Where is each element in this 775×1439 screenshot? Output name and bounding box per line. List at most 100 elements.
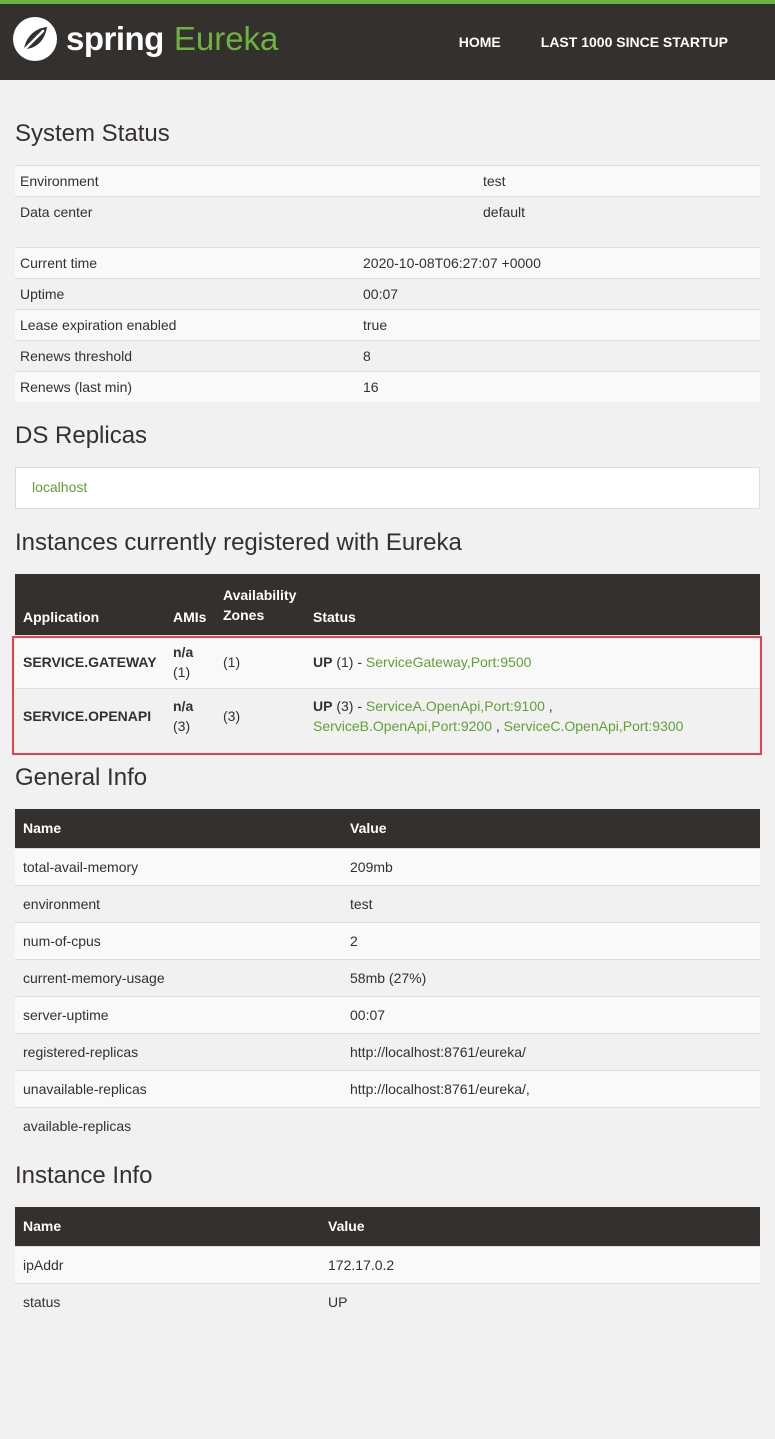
col-application: Application	[15, 574, 165, 635]
status-count: (1) -	[332, 653, 366, 670]
col-value: Value	[342, 809, 760, 848]
instance-link[interactable]: ServiceC.OpenApi,Port:9300	[504, 718, 684, 734]
table-row: environment test	[15, 884, 760, 922]
row-value: 16	[358, 371, 760, 402]
table-header-row: Name Value	[15, 1207, 760, 1246]
table-row: Renews (last min) 16	[15, 371, 760, 402]
info-value: http://localhost:8761/eureka/,	[342, 1069, 760, 1107]
app-status: UP (3) - ServiceA.OpenApi,Port:9100 , Ser…	[305, 687, 760, 744]
info-value: 209mb	[342, 847, 760, 885]
general-info-table: Name Value total-avail-memory 209mb envir…	[15, 809, 760, 1144]
amis-count: (1)	[173, 663, 191, 680]
info-value: 58mb (27%)	[342, 958, 760, 996]
row-label: Lease expiration enabled	[15, 309, 358, 341]
table-row: available-replicas	[15, 1106, 760, 1144]
table-row: server-uptime 00:07	[15, 995, 760, 1033]
info-value: test	[342, 884, 760, 922]
system-time-table: Current time 2020-10-08T06:27:07 +0000 U…	[15, 247, 760, 402]
nav-home-link[interactable]: HOME	[459, 34, 501, 50]
instance-info-title: Instance Info	[15, 1162, 153, 1189]
instances-table: Application AMIs Availability Zones Statu…	[15, 574, 760, 744]
status-count: (3) -	[332, 698, 366, 715]
navbar: spring Eureka HOME LAST 1000 SINCE START…	[0, 4, 775, 80]
table-row: Lease expiration enabled true	[15, 309, 760, 341]
info-name: environment	[15, 884, 342, 922]
nav-last1000-link[interactable]: LAST 1000 SINCE STARTUP	[541, 34, 728, 50]
row-value: test	[478, 165, 760, 197]
nav-links: HOME LAST 1000 SINCE STARTUP	[459, 34, 728, 50]
table-row: SERVICE.OPENAPI n/a (3) (3) UP (3) - Serv…	[15, 687, 760, 744]
info-value: 172.17.0.2	[320, 1245, 760, 1283]
info-name: registered-replicas	[15, 1032, 342, 1070]
info-name: available-replicas	[15, 1106, 342, 1144]
info-name: current-memory-usage	[15, 958, 342, 996]
row-label: Renews threshold	[15, 340, 358, 372]
status-up: UP	[313, 653, 333, 670]
table-row: unavailable-replicas http://localhost:876…	[15, 1069, 760, 1107]
row-label: Data center	[15, 196, 478, 227]
ds-replicas-title: DS Replicas	[15, 422, 148, 449]
info-value	[342, 1106, 760, 1144]
info-value: 2	[342, 921, 760, 959]
table-row: SERVICE.GATEWAY n/a (1) (1) UP (1) - Serv…	[15, 634, 760, 688]
general-info-title: General Info	[15, 764, 148, 791]
app-status: UP (1) - ServiceGateway,Port:9500	[305, 634, 760, 688]
row-value: 2020-10-08T06:27:07 +0000	[358, 247, 760, 279]
replica-link[interactable]: localhost	[32, 479, 87, 495]
instances-title: Instances currently registered with Eure…	[15, 529, 462, 556]
table-row: Data center default	[15, 196, 760, 227]
instance-link[interactable]: ServiceB.OpenApi,Port:9200	[313, 718, 492, 734]
amis-count: (3)	[173, 718, 191, 735]
app-name: SERVICE.GATEWAY	[15, 634, 165, 688]
system-status-title: System Status	[15, 120, 170, 147]
row-value: 8	[358, 340, 760, 372]
row-label: Environment	[15, 165, 478, 197]
spring-leaf-icon	[13, 17, 57, 61]
info-name: ipAddr	[15, 1245, 320, 1283]
table-row: Environment test	[15, 165, 760, 197]
table-row: total-avail-memory 209mb	[15, 847, 760, 885]
table-row: Uptime 00:07	[15, 278, 760, 310]
row-label: Current time	[15, 247, 358, 279]
brand-spring: spring	[66, 20, 164, 57]
row-label: Renews (last min)	[15, 371, 358, 402]
row-value: 00:07	[358, 278, 760, 310]
col-value: Value	[320, 1207, 760, 1246]
table-row: Renews threshold 8	[15, 340, 760, 372]
info-value: http://localhost:8761/eureka/	[342, 1032, 760, 1070]
separator: ,	[544, 698, 553, 715]
table-row: Current time 2020-10-08T06:27:07 +0000	[15, 247, 760, 279]
amis-value: n/a	[173, 698, 194, 715]
row-value: true	[358, 309, 760, 341]
table-row: current-memory-usage 58mb (27%)	[15, 958, 760, 996]
table-row: num-of-cpus 2	[15, 921, 760, 959]
col-amis: AMIs	[165, 574, 215, 635]
instance-link[interactable]: ServiceA.OpenApi,Port:9100	[366, 698, 545, 714]
app-zones: (3)	[215, 687, 305, 744]
col-zones: Availability Zones	[215, 574, 305, 635]
table-row: status UP	[15, 1282, 760, 1320]
app-name: SERVICE.OPENAPI	[15, 687, 165, 744]
info-name: status	[15, 1282, 320, 1320]
separator: ,	[492, 718, 504, 735]
app-zones: (1)	[215, 634, 305, 688]
table-header-row: Application AMIs Availability Zones Statu…	[15, 574, 760, 635]
instance-link[interactable]: ServiceGateway,Port:9500	[366, 654, 532, 670]
spring-eureka-logo[interactable]: spring Eureka	[12, 16, 278, 62]
col-name: Name	[15, 809, 342, 848]
info-value: UP	[320, 1282, 760, 1320]
table-row: registered-replicas http://localhost:8761…	[15, 1032, 760, 1070]
info-name: num-of-cpus	[15, 921, 342, 959]
col-zones-line2: Zones	[223, 606, 265, 623]
table-row: ipAddr 172.17.0.2	[15, 1245, 760, 1283]
info-name: unavailable-replicas	[15, 1069, 342, 1107]
app-amis: n/a (1)	[165, 634, 215, 688]
info-name: server-uptime	[15, 995, 342, 1033]
instance-info-table: Name Value ipAddr 172.17.0.2 status UP	[15, 1207, 760, 1320]
table-header-row: Name Value	[15, 809, 760, 848]
row-label: Uptime	[15, 278, 358, 310]
col-zones-line1: Availability	[223, 586, 297, 603]
brand-eureka: Eureka	[173, 20, 279, 57]
info-value: 00:07	[342, 995, 760, 1033]
ds-replicas-list: localhost	[15, 467, 760, 509]
